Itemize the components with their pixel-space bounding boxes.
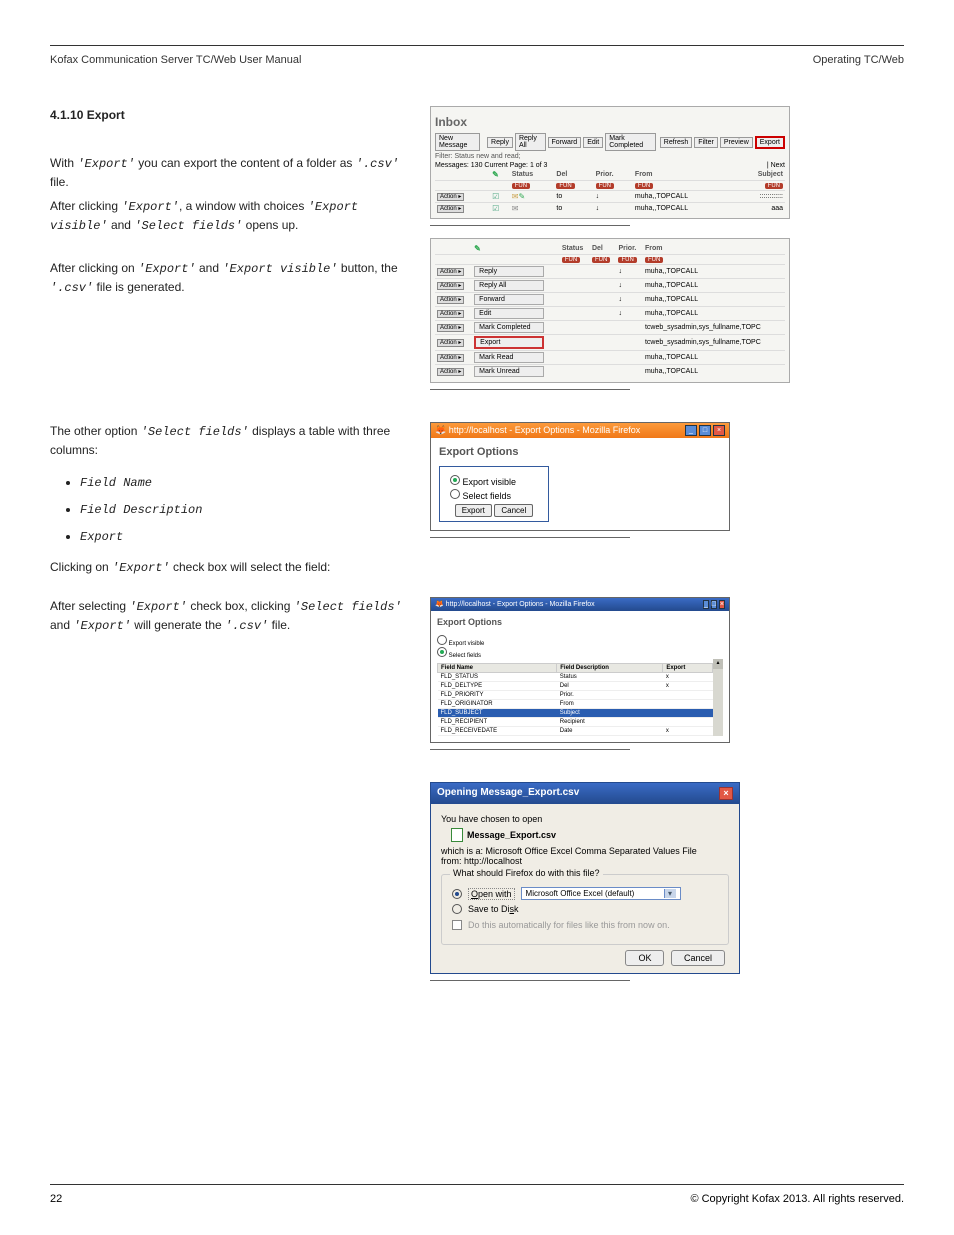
auto-checkbox[interactable] [452,920,462,930]
bullet-field-desc: Field Description [80,503,202,517]
maximize-icon[interactable]: □ [699,425,711,436]
bullet-export: Export [80,530,123,544]
copyright: © Copyright Kofax 2013. All rights reser… [690,1193,904,1205]
new-message-button[interactable]: New Message [435,133,480,151]
preview-button[interactable]: Preview [720,137,753,148]
page-header: Kofax Communication Server TC/Web User M… [50,54,904,66]
export-options-heading: Export Options [439,446,721,458]
export-visible-radio[interactable] [450,475,460,485]
p6: After selecting 'Export' check box, clic… [50,597,410,635]
save-label: Save to Disk [468,904,519,914]
menu-edit[interactable]: Edit [474,308,544,319]
inbox-screenshot: Inbox New Message Reply Reply All Forwar… [430,106,790,219]
cancel-button[interactable]: Cancel [671,950,725,966]
p2: After clicking 'Export', a window with c… [50,197,410,235]
filter-button[interactable]: Filter [694,137,718,148]
field-row[interactable]: FLD_RECIPIENTRecipient [438,718,713,727]
maximize-icon[interactable]: □ [711,600,717,609]
minimize-icon[interactable]: _ [685,425,697,436]
header-right: Operating TC/Web [813,54,904,66]
p4: The other option 'Select fields' display… [50,422,410,459]
open-with-radio[interactable] [452,889,462,899]
select-fields-radio[interactable] [450,489,460,499]
field-row[interactable]: FLD_STATUSStatusx [438,673,713,682]
p5: Clicking on 'Export' check box will sele… [50,558,410,577]
field-row-selected[interactable]: FLD_SUBJECTSubject [438,709,713,718]
chevron-down-icon[interactable]: ▾ [664,889,676,898]
fieldset-label: What should Firefox do with this file? [450,868,603,878]
field-row[interactable]: FLD_PRIORITYPrior. [438,691,713,700]
close-icon[interactable]: × [713,425,725,436]
scroll-up-icon[interactable]: ▴ [713,659,723,669]
forward-button[interactable]: Forward [548,137,582,148]
inbox-title: Inbox [435,115,785,129]
mark-completed-button[interactable]: Mark Completed [605,133,656,151]
export-options-popup: 🦊 http://localhost - Export Options - Mo… [430,422,730,531]
menu-mark-unread[interactable]: Mark Unread [474,366,544,377]
refresh-button[interactable]: Refresh [660,137,693,148]
popup-title: 🦊 http://localhost - Export Options - Mo… [435,425,640,436]
menu-reply-all[interactable]: Reply All [474,280,544,291]
action-button[interactable]: Action ▸ [437,193,464,201]
close-icon[interactable]: × [719,600,725,609]
pager-right[interactable]: | Next [767,162,785,169]
menu-reply[interactable]: Reply [474,266,544,277]
pen-icon: ✎ [474,244,481,253]
page-footer: 22 © Copyright Kofax 2013. All rights re… [50,1184,904,1205]
pen-icon: ✎ [518,192,525,201]
reply-all-button[interactable]: Reply All [515,133,546,151]
popup2-title: 🦊 http://localhost - Export Options - Mo… [435,600,595,609]
menu-mark-read[interactable]: Mark Read [474,352,544,363]
csv-file-icon [451,828,463,842]
menu-export[interactable]: Export [474,336,544,349]
field-row[interactable]: FLD_ORIGINATORFrom [438,700,713,709]
close-icon[interactable]: × [719,787,733,800]
menu-forward[interactable]: Forward [474,294,544,305]
export-confirm-button[interactable]: Export [455,504,492,517]
export-visible-radio[interactable] [437,635,447,645]
section-title: 4.1.10 Export [50,106,410,124]
filename: Message_Export.csv [467,830,556,840]
select-fields-radio[interactable] [437,647,447,657]
header-left: Kofax Communication Server TC/Web User M… [50,54,301,66]
auto-label: Do this automatically for files like thi… [468,920,670,930]
action-menu-screenshot: ✎ Status Del Prior. From FUN FUN FUN FUN… [430,238,790,383]
table-row[interactable]: Action ▸ ☑ ✉ to ↓ muha,,TOPCALL aaa [435,203,785,215]
field-row[interactable]: FLD_RECEIVEDATEDatex [438,727,713,736]
page-number: 22 [50,1193,62,1205]
menu-mark-completed[interactable]: Mark Completed [474,322,544,333]
pen-icon: ✎ [492,170,499,179]
export-button[interactable]: Export [755,136,785,149]
cancel-button[interactable]: Cancel [494,504,533,517]
p3: After clicking on 'Export' and 'Export v… [50,259,410,297]
field-row[interactable]: FLD_DELTYPEDelx [438,682,713,691]
edit-button[interactable]: Edit [583,137,603,148]
download-dialog: Opening Message_Export.csv × You have ch… [430,782,740,974]
check-icon: ☑ [492,204,499,213]
intro-paragraph: With 'Export' you can export the content… [50,154,410,191]
ok-button[interactable]: OK [625,950,664,966]
pager-left: Messages: 130 Current Page: 1 of 3 [435,162,547,169]
save-to-disk-radio[interactable] [452,904,462,914]
app-select[interactable]: Microsoft Office Excel (default) ▾ [521,887,681,900]
from-url: from: http://localhost [441,856,729,866]
check-icon: ☑ [492,192,499,201]
export-options-fields-popup: 🦊 http://localhost - Export Options - Mo… [430,597,730,743]
filter-status: Filter: Status new and read; [435,153,785,160]
minimize-icon[interactable]: _ [703,600,709,609]
bullet-field-name: Field Name [80,476,152,490]
table-row[interactable]: Action ▸ ☑ ✉✎ to ↓ muha,,TOPCALL :::::::… [435,191,785,203]
open-with-label: Open with [468,888,515,900]
open-envelope-icon: ✉ [512,204,519,213]
reply-button[interactable]: Reply [487,137,513,148]
chosen-text: You have chosen to open [441,814,729,824]
which-is: which is a: Microsoft Office Excel Comma… [441,846,729,856]
download-title: Opening Message_Export.csv [437,787,579,800]
